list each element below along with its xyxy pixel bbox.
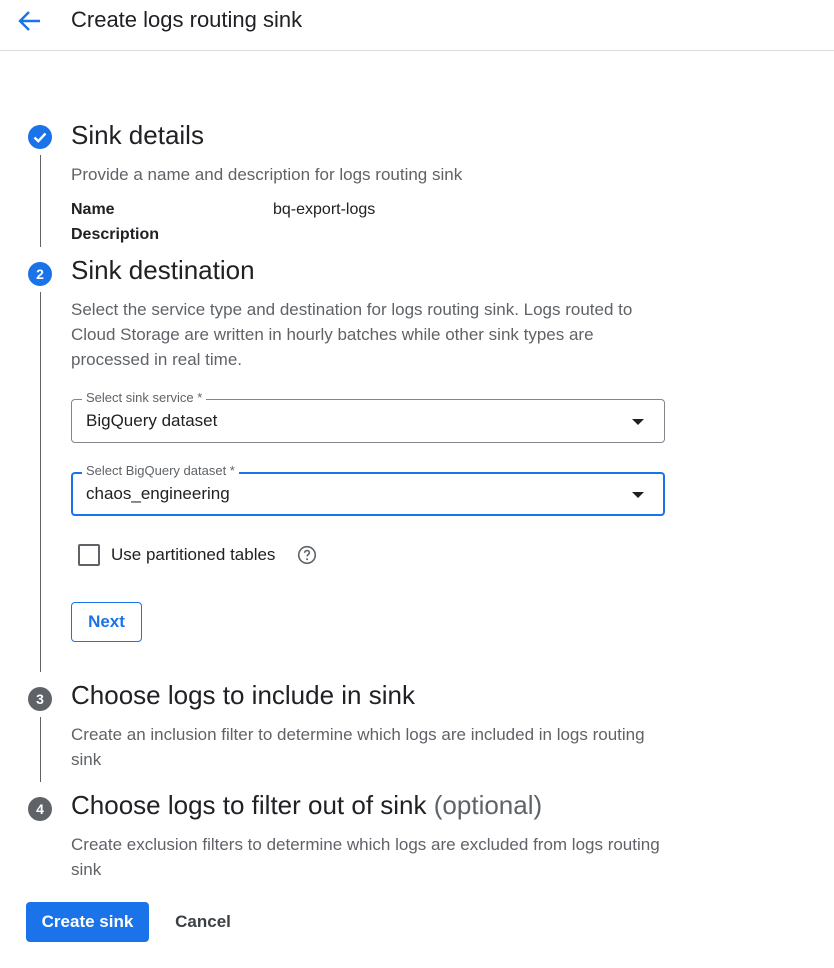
step-4-title: Choose logs to filter out of sink (optio… (71, 790, 542, 821)
check-circle-icon (33, 132, 47, 143)
page-title: Create logs routing sink (71, 7, 303, 32)
arrow-back-icon (18, 11, 40, 31)
step-1-title: Sink details (71, 120, 204, 150)
step-2-connector (40, 292, 41, 672)
step-3-number-icon: 3 (28, 687, 52, 711)
step-2-title: Sink destination (71, 255, 255, 285)
step-1-check-icon (28, 125, 52, 149)
sink-service-value: BigQuery dataset (86, 411, 218, 430)
step-2-number-icon: 2 (28, 262, 52, 286)
bigquery-dataset-label: Select BigQuery dataset * (82, 463, 239, 479)
page-header: Create logs routing sink (0, 0, 834, 51)
back-button[interactable] (14, 6, 44, 36)
partitioned-tables-checkbox[interactable] (78, 544, 100, 566)
optional-label: (optional) (433, 790, 543, 820)
bigquery-dataset-value: chaos_engineering (86, 484, 230, 503)
help-circle-icon (297, 545, 317, 565)
step-3-description: Create an inclusion filter to determine … (71, 725, 645, 769)
bigquery-dataset-select[interactable]: Select BigQuery dataset * chaos_engineer… (71, 463, 665, 516)
next-button[interactable]: Next (71, 602, 142, 642)
dropdown-arrow-icon (632, 419, 644, 425)
help-button[interactable] (297, 545, 317, 565)
name-key: Name (71, 201, 115, 218)
cancel-button[interactable]: Cancel (161, 902, 245, 942)
step-3-title: Choose logs to include in sink (71, 680, 415, 710)
step-4-title-text: Choose logs to filter out of sink (71, 790, 427, 820)
step-2-description: Select the service type and destination … (71, 300, 633, 369)
step-1-description: Provide a name and description for logs … (71, 165, 463, 184)
step-4-number-icon: 4 (28, 797, 52, 821)
sink-service-select[interactable]: Select sink service * BigQuery dataset (71, 390, 665, 443)
partitioned-tables-label[interactable]: Use partitioned tables (111, 545, 275, 565)
description-key: Description (71, 226, 160, 243)
create-sink-button[interactable]: Create sink (26, 902, 149, 942)
dropdown-arrow-icon (632, 492, 644, 498)
step-3-connector (40, 717, 41, 782)
sink-service-label: Select sink service * (82, 390, 207, 406)
name-value: bq-export-logs (273, 201, 376, 218)
step-4-description: Create exclusion filters to determine wh… (71, 835, 660, 879)
step-1-connector (40, 155, 41, 247)
